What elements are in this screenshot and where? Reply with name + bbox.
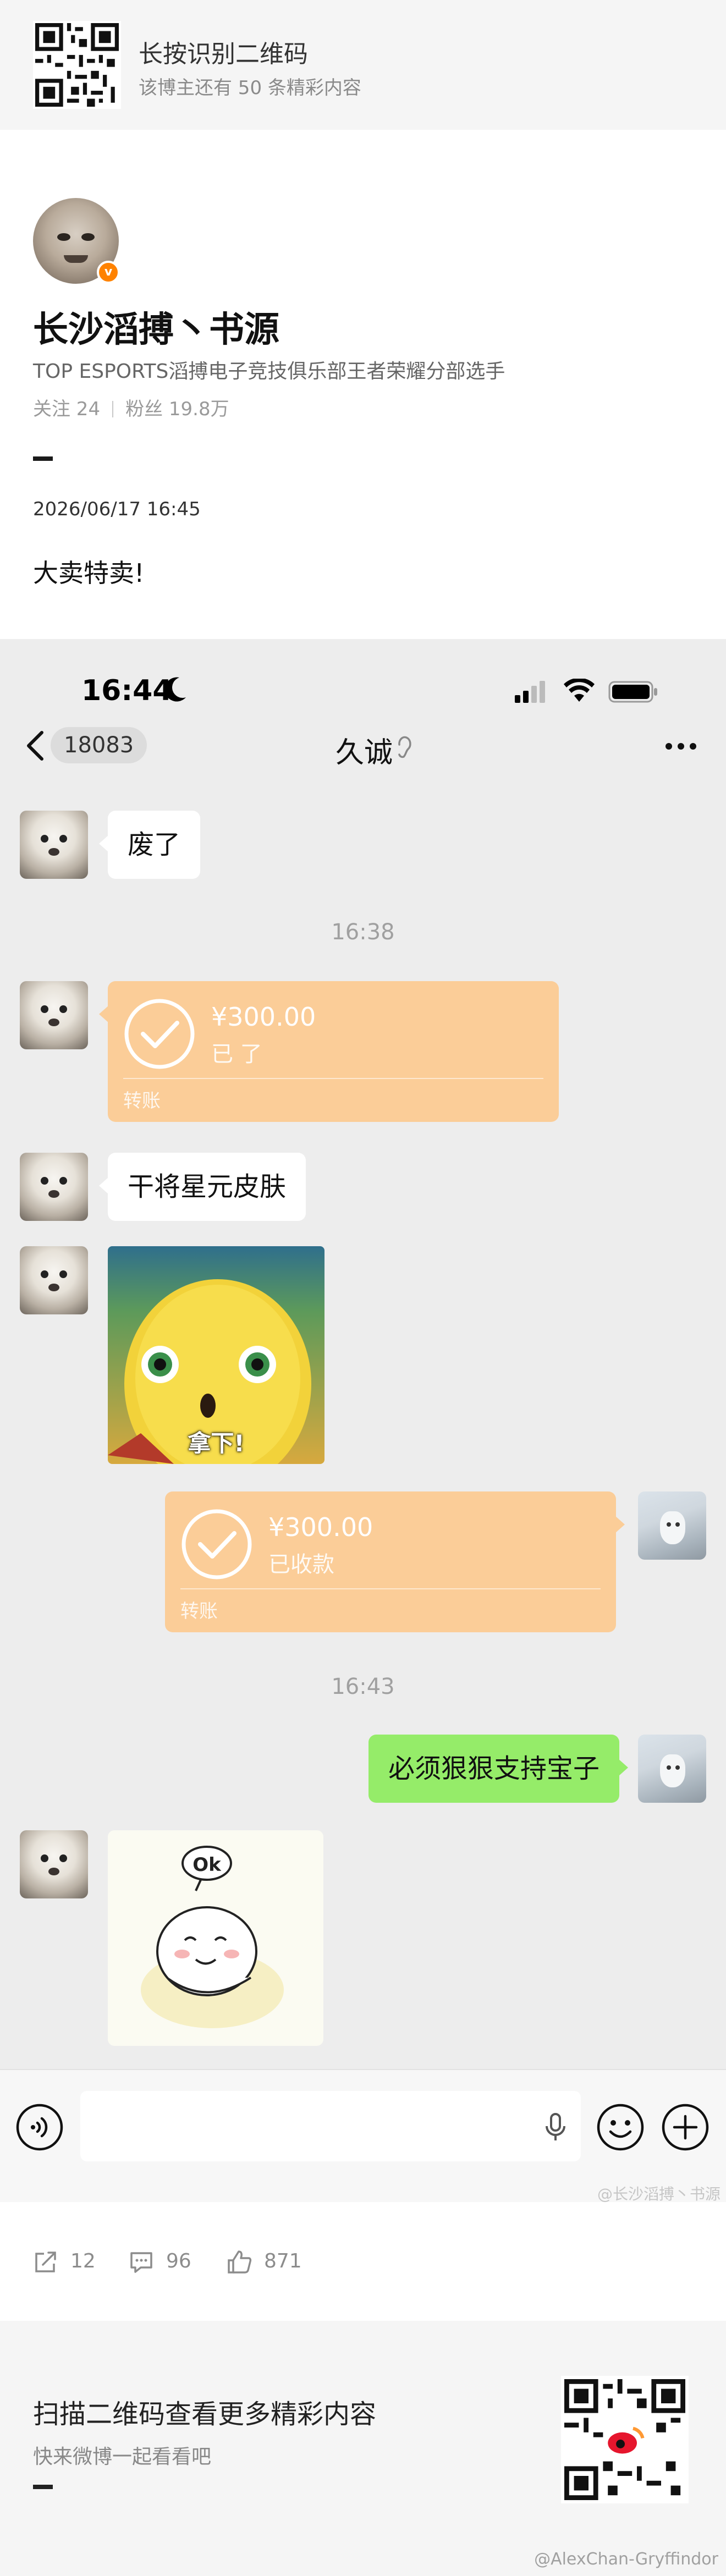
like-count: 871 <box>264 2250 302 2272</box>
qr-code-icon[interactable] <box>33 21 121 109</box>
verified-badge: v <box>97 261 120 284</box>
chat-title: 久诚 <box>336 736 393 769</box>
transfer-card-incoming[interactable]: ¥300.00 已 了 转账 <box>99 981 559 1122</box>
contact-avatar[interactable] <box>20 811 88 879</box>
transfer-divider <box>180 1588 601 1589</box>
chat-nav-bar: 18083 久诚 <box>0 716 726 779</box>
transfer-divider <box>123 1078 543 1079</box>
message-input[interactable] <box>80 2091 581 2161</box>
status-time: 16:44 <box>81 674 173 707</box>
plus-icon[interactable] <box>661 2103 710 2151</box>
my-avatar[interactable] <box>638 1735 706 1803</box>
author-stats: 关注 24 粉丝 19.8万 <box>33 394 229 421</box>
contact-avatar[interactable] <box>20 1153 88 1221</box>
banner-subtitle: 该博主还有 50 条精彩内容 <box>139 77 361 99</box>
contact-avatar[interactable] <box>20 1246 88 1314</box>
qr-code-icon[interactable] <box>561 2376 689 2503</box>
like-icon <box>228 2250 252 2274</box>
comment-button[interactable]: 96 <box>129 2246 211 2277</box>
status-bar: 16:44 <box>0 639 726 716</box>
message-bubble-incoming[interactable]: 废了 <box>98 811 201 879</box>
chat-timestamp: 16:43 <box>331 1674 395 1699</box>
image-watermark: @长沙滔搏丶书源 <box>597 2185 721 2203</box>
sticker-image[interactable]: Ok <box>108 1830 323 2046</box>
check-icon <box>182 1509 252 1579</box>
post-text: 大卖特卖! <box>33 558 145 588</box>
following-count[interactable]: 关注 24 <box>33 398 100 420</box>
author-description: TOP ESPORTS滔搏电子竞技俱乐部王者荣耀分部选手 <box>33 360 505 383</box>
signal-icon <box>515 681 545 703</box>
contact-avatar[interactable] <box>20 981 88 1049</box>
unread-count-badge[interactable]: 18083 <box>51 727 147 763</box>
voice-icon[interactable] <box>15 2103 64 2151</box>
share-button[interactable]: 12 <box>33 2246 116 2277</box>
footer-handle: @AlexChan-Gryffindor <box>534 2550 718 2569</box>
author-avatar[interactable]: v <box>33 198 120 284</box>
followers-count[interactable]: 粉丝 19.8万 <box>125 398 229 420</box>
wifi-icon <box>564 679 595 702</box>
sticker-image[interactable]: 拿下! <box>108 1246 324 1464</box>
ok-character-icon: Ok <box>141 1846 284 2028</box>
back-icon[interactable] <box>23 730 47 761</box>
my-avatar[interactable] <box>638 1491 706 1560</box>
check-icon <box>124 999 195 1069</box>
emoji-icon[interactable] <box>596 2103 645 2151</box>
battery-icon <box>608 681 657 703</box>
share-icon <box>35 2252 56 2272</box>
qr-banner[interactable]: 长按识别二维码 该博主还有 50 条精彩内容 <box>0 0 726 130</box>
mic-icon[interactable] <box>544 2113 566 2142</box>
footer-title: 扫描二维码查看更多精彩内容 <box>33 2399 377 2430</box>
banner-title: 长按识别二维码 <box>139 40 308 68</box>
transfer-status: 已收款 <box>268 1552 334 1577</box>
like-button[interactable]: 871 <box>227 2246 315 2277</box>
footer-subtitle: 快来微博一起看看吧 <box>33 2446 212 2468</box>
author-name[interactable]: 长沙滔搏丶书源 <box>33 301 279 352</box>
chat-timestamp: 16:38 <box>331 920 395 945</box>
stats-divider <box>112 401 114 417</box>
transfer-card-outgoing[interactable]: ¥300.00 已收款 转账 <box>165 1491 625 1632</box>
more-icon[interactable] <box>663 733 698 760</box>
share-count: 12 <box>70 2250 96 2272</box>
transfer-label: 转账 <box>180 1600 218 1622</box>
comment-icon <box>130 2252 152 2273</box>
post-time: 2026/06/17 16:45 <box>33 498 201 520</box>
message-bubble-incoming[interactable]: 干将星元皮肤 <box>98 1153 306 1221</box>
qr-footer[interactable]: 扫描二维码查看更多精彩内容 快来微博一起看看吧 @AlexChan-Gryffi… <box>0 2321 726 2576</box>
comment-count: 96 <box>166 2250 191 2272</box>
transfer-amount: ¥300.00 <box>211 1002 316 1032</box>
ear-icon <box>398 736 411 758</box>
moon-icon <box>164 677 186 702</box>
message-bubble-outgoing[interactable]: 必须狠狠支持宝子 <box>368 1735 629 1803</box>
divider-mark <box>33 456 53 461</box>
post-actions: 12 96 871 <box>0 2202 726 2321</box>
transfer-status: 已 了 <box>211 1042 262 1067</box>
sticker-caption: Ok <box>193 1854 222 1876</box>
sticker-caption: 拿下! <box>188 1430 245 1457</box>
chat-screenshot[interactable]: 16:44 18083 久诚 废了 16:38 ¥300.00 已 了 转账 干… <box>0 639 726 2203</box>
transfer-label: 转账 <box>123 1090 161 1112</box>
transfer-amount: ¥300.00 <box>268 1512 373 1542</box>
divider-mark <box>33 2485 53 2489</box>
contact-avatar[interactable] <box>20 1830 88 1898</box>
